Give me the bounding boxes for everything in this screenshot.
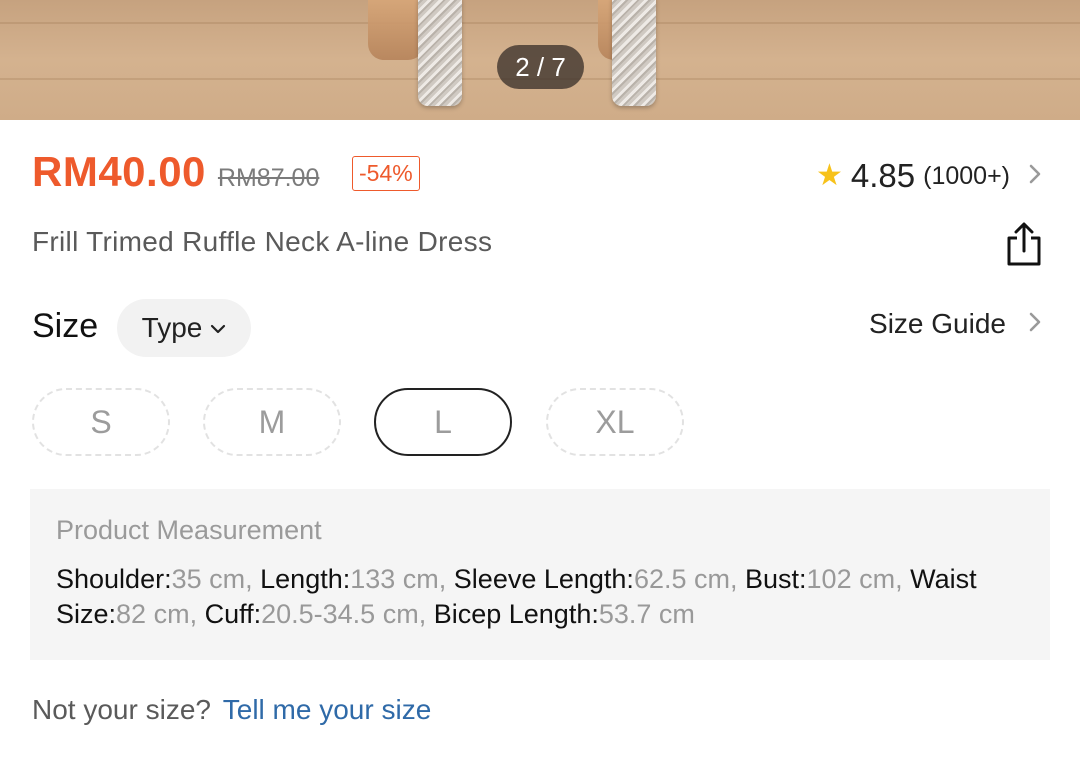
size-type-label: Type bbox=[141, 312, 203, 343]
size-guide-link[interactable]: Size Guide bbox=[869, 308, 1042, 340]
rating-score: 4.85 bbox=[850, 157, 916, 194]
measurement-key: Shoulder: bbox=[56, 564, 172, 594]
chevron-right-icon bbox=[1028, 309, 1042, 339]
measurement-key: Length: bbox=[260, 564, 351, 594]
product-image-gallery[interactable]: 2 / 7 bbox=[0, 0, 1080, 120]
share-icon[interactable] bbox=[1004, 221, 1044, 267]
size-guide-label: Size Guide bbox=[869, 308, 1006, 339]
product-title: Frill Trimed Ruffle Neck A-line Dress bbox=[32, 226, 493, 257]
size-option-xl[interactable]: XL bbox=[546, 388, 684, 456]
measurement-value: 102 cm bbox=[806, 564, 896, 594]
measurement-key: Cuff: bbox=[204, 599, 262, 629]
size-label: Size bbox=[32, 307, 99, 345]
shoe-strap bbox=[368, 0, 424, 60]
measurement-value: 133 cm bbox=[350, 564, 439, 594]
size-help-row: Not your size? Tell me your size bbox=[32, 694, 431, 726]
tell-me-your-size-link[interactable]: Tell me your size bbox=[223, 694, 432, 725]
size-help-prompt: Not your size? bbox=[32, 694, 211, 725]
measurement-heading: Product Measurement bbox=[56, 515, 322, 545]
size-option-m[interactable]: M bbox=[203, 388, 341, 456]
original-price: RM87.00 bbox=[217, 164, 320, 192]
measurement-list: Shoulder:35 cm, Length:133 cm, Sleeve Le… bbox=[56, 564, 977, 629]
product-detail-page: 2 / 7 RM40.00 RM87.00 -54% ★ 4.85 (1000+… bbox=[0, 0, 1080, 757]
measurement-value: 53.7 cm bbox=[598, 599, 695, 629]
measurement-value: 35 cm bbox=[171, 564, 246, 594]
chevron-right-icon bbox=[1028, 161, 1042, 191]
shoe-heel bbox=[612, 0, 656, 106]
star-icon: ★ bbox=[815, 159, 843, 192]
rating-count: (1000+) bbox=[923, 161, 1010, 190]
measurement-key: Bicep Length: bbox=[433, 599, 599, 629]
product-measurement-panel: Product Measurement Shoulder:35 cm, Leng… bbox=[30, 489, 1050, 660]
chevron-down-icon bbox=[210, 318, 226, 339]
measurement-value: 20.5-34.5 cm bbox=[261, 599, 419, 629]
size-option-l[interactable]: L bbox=[374, 388, 512, 456]
size-type-dropdown[interactable]: Type bbox=[117, 299, 251, 357]
size-option-s[interactable]: S bbox=[32, 388, 170, 456]
rating-summary[interactable]: ★ 4.85 (1000+) bbox=[816, 154, 1042, 198]
discount-badge: -54% bbox=[352, 156, 420, 191]
measurement-key: Sleeve Length: bbox=[453, 564, 634, 594]
measurement-value: 82 cm bbox=[116, 599, 190, 629]
image-counter: 2 / 7 bbox=[497, 45, 584, 89]
floor-plank-line bbox=[0, 22, 1080, 24]
shoe-heel bbox=[418, 0, 462, 106]
price-row: RM40.00 RM87.00 bbox=[32, 148, 319, 204]
measurement-key: Bust: bbox=[745, 564, 807, 594]
measurement-value: 62.5 cm bbox=[633, 564, 730, 594]
sale-price: RM40.00 bbox=[32, 148, 206, 195]
